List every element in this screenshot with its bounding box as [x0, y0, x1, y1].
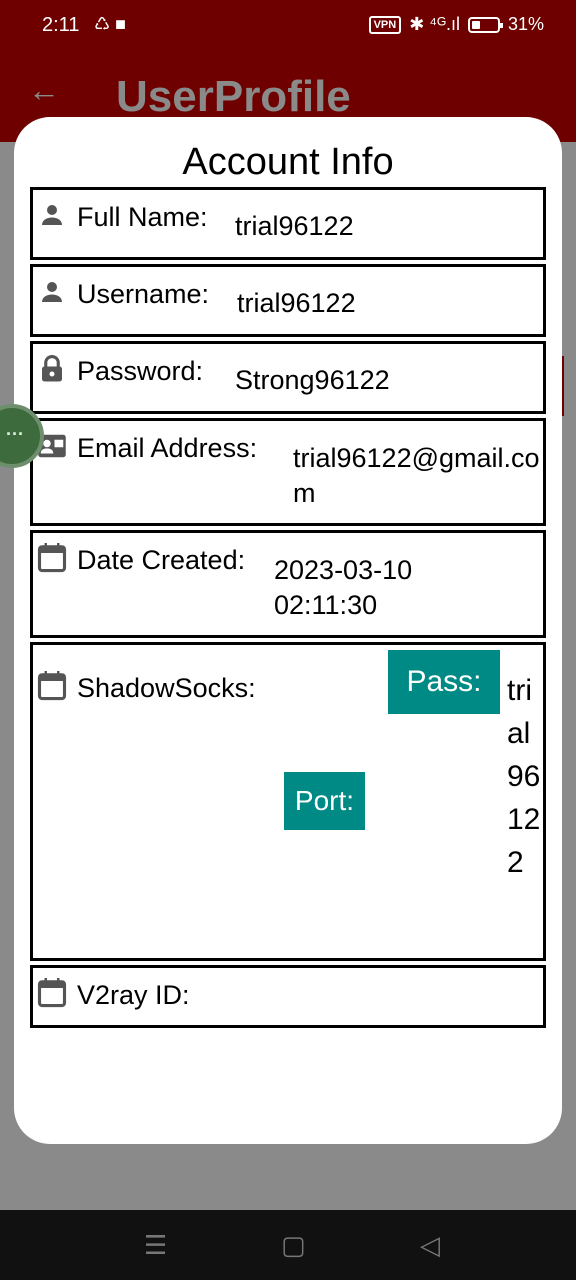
status-right: VPN ✱ ⁴ᴳ.ıl 31%	[368, 14, 544, 35]
email-value: trial96122@gmail.com	[293, 443, 540, 508]
v2ray-label: V2ray ID:	[77, 980, 190, 1010]
back-icon[interactable]: ◁	[420, 1230, 440, 1261]
email-row: Email Address: trial96122@gmail.com	[30, 418, 546, 526]
v2ray-row: V2ray ID:	[30, 965, 546, 1028]
password-value: Strong96122	[235, 365, 390, 395]
username-label: Username:	[77, 279, 210, 309]
status-bar: 2:11 ♺ ■ VPN ✱ ⁴ᴳ.ıl 31%	[0, 0, 576, 52]
back-arrow-icon[interactable]: ←	[28, 72, 60, 109]
calendar-icon	[37, 978, 67, 1008]
menu-icon[interactable]: ☰	[144, 1230, 167, 1261]
full-name-label: Full Name:	[77, 202, 208, 232]
pass-button[interactable]: Pass:	[388, 650, 500, 714]
email-label: Email Address:	[77, 433, 258, 463]
date-created-value: 2023-03-10 02:11:30	[274, 555, 413, 620]
full-name-row: Full Name: trial96122	[30, 187, 546, 260]
lock-icon	[42, 354, 62, 382]
calendar-icon	[37, 543, 67, 573]
full-name-value: trial96122	[235, 211, 354, 241]
username-value: trial96122	[237, 288, 356, 318]
shadowsocks-label: ShadowSocks:	[77, 673, 256, 703]
home-icon[interactable]: ▢	[281, 1230, 306, 1261]
pass-value: trial96122	[507, 674, 541, 879]
calendar-icon	[37, 671, 67, 701]
notification-icons: ♺ ■	[94, 14, 127, 34]
more-dots-icon: ···	[6, 424, 24, 444]
signal-icon: ✱ ⁴ᴳ.ıl	[409, 14, 460, 34]
page-title: UserProfile	[116, 72, 351, 121]
battery-level: 31%	[507, 14, 544, 34]
password-label: Password:	[77, 356, 204, 386]
person-icon	[42, 205, 62, 225]
account-info-dialog: Account Info Full Name: trial96122 Usern…	[14, 117, 562, 1144]
navigation-bar: ☰ ▢ ◁	[0, 1210, 576, 1280]
shadowsocks-row: ShadowSocks: Pass: trial96122 Port:	[30, 642, 546, 961]
dialog-title: Account Info	[182, 141, 394, 183]
date-created-label: Date Created:	[77, 545, 246, 575]
battery-icon	[467, 16, 503, 33]
port-button[interactable]: Port:	[284, 772, 365, 830]
username-row: Username: trial96122	[30, 264, 546, 337]
password-row: Password: Strong96122	[30, 341, 546, 414]
person-icon	[42, 282, 62, 302]
vpn-icon: VPN	[368, 15, 402, 34]
status-time: 2:11	[42, 14, 80, 36]
date-created-row: Date Created: 2023-03-10 02:11:30	[30, 530, 546, 638]
